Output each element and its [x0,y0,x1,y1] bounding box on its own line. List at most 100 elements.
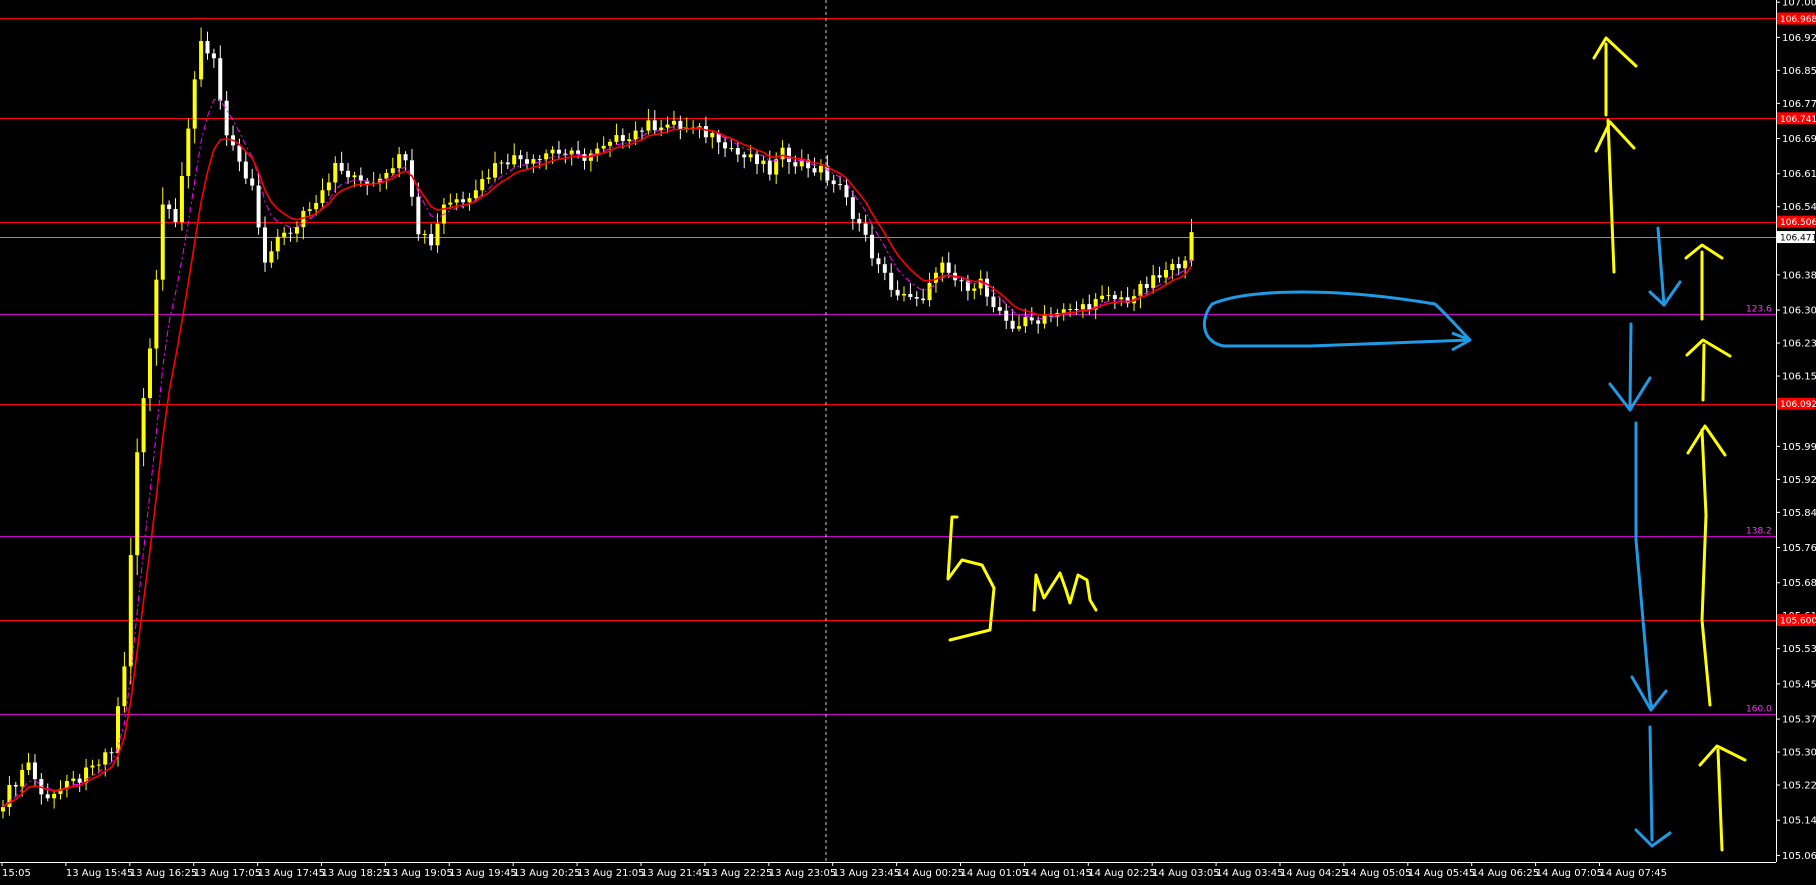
candle-body [678,120,683,130]
price-tick-label: 105.845 [1782,508,1816,519]
candle-body [96,764,101,766]
candle-body [1004,310,1009,321]
candle-body [1163,270,1168,278]
candle-body [1144,284,1149,288]
candle-body [205,41,210,54]
candle-body [186,128,191,176]
candle-body [1151,275,1156,288]
candle-body [850,197,855,219]
candle-body [812,168,817,173]
time-tick-label: 14 Aug 01:45 [1024,868,1091,879]
candle-body [13,784,18,787]
fib-level-label: 160.0 [1746,705,1772,715]
candle-body [26,762,31,770]
candle-body [282,232,287,237]
price-tick-label: 105.765 [1782,543,1816,554]
candle-body [416,196,421,235]
candle-body [250,178,255,186]
candle-body [946,262,951,273]
candle-body [480,179,485,191]
candle-body [1010,320,1015,329]
candle-body [173,208,178,223]
candle-body [52,793,57,799]
candle-body [1189,232,1194,261]
candle-body [1017,326,1022,329]
candle-body [179,175,184,223]
candle-body [467,198,472,203]
price-tick-label: 106.925 [1782,33,1816,44]
candle-body [294,227,299,234]
price-tick-label: 106.850 [1782,66,1816,77]
candle-body [940,262,945,273]
candle-body [703,126,708,138]
time-tick-label: 14 Aug 04:25 [1280,868,1347,879]
time-tick-label: 13 Aug 16:25 [130,868,197,879]
candle-body [640,130,644,132]
candle-body [927,282,932,301]
candle-body [633,130,638,140]
price-tick-label: 106.695 [1782,134,1816,145]
candle-body [544,153,549,160]
candle-body [493,163,498,178]
candle-body [748,154,753,158]
candle-body [991,296,996,308]
candle-body [659,127,664,131]
candle-body [518,155,523,160]
candle-body [729,148,734,150]
candle-body [1157,275,1162,278]
candle-body [620,135,625,142]
candle-body [1100,295,1105,300]
candle-body [723,142,728,149]
candle-body [608,141,613,146]
candle-body [307,209,312,211]
candle-body [237,145,242,162]
time-tick-label: 14 Aug 05:45 [1408,868,1475,879]
price-chart[interactable]: 123.6 138.2 160.0 107.005 106.925 106.850 106… [0,0,1816,885]
candle-body [1119,297,1124,300]
time-tick-label: 13 Aug 19:45 [449,868,516,879]
candle-body [243,161,248,179]
time-tick-label: 13 Aug 20:25 [513,868,580,879]
price-tick-label: 105.145 [1782,816,1816,827]
candle-body [77,778,82,783]
time-tick-label: 13 Aug 15:45 [66,868,133,879]
candle-body [403,154,408,161]
time-tick-label: 13 Aug 23:45 [833,868,900,879]
fib-level-label: 138.2 [1746,527,1772,537]
time-tick-label: 15:05 [2,868,31,879]
candle-body [959,280,964,282]
candle-body [761,160,766,165]
candle-body [921,298,926,301]
candle-body [429,234,434,246]
candle-body [755,154,760,165]
candle-body [192,79,197,129]
candle-body [346,170,351,178]
candle-body [320,190,325,203]
candle-body [556,149,561,154]
candle-body [167,204,172,209]
candle-body [90,765,95,768]
time-tick-label: 14 Aug 01:05 [961,868,1028,879]
level-price-tag-text: 106.968 [1780,15,1816,25]
candle-body [461,199,466,203]
candle-body [710,133,715,138]
candle-body [397,154,402,169]
price-tick-label: 106.775 [1782,99,1816,110]
price-tick-label: 105.535 [1782,644,1816,655]
candle-body [1074,309,1079,311]
candle-body [1036,320,1041,324]
candle-body [211,53,216,59]
price-tick-label: 105.455 [1782,679,1816,690]
candle-body [135,452,140,556]
candle-body [1,807,5,812]
level-price-tag-text: 106.506 [1780,218,1816,228]
candle-body [288,232,293,234]
candle-body [103,752,108,765]
candle-body [422,234,427,236]
candle-body [997,307,1002,311]
candle-body [71,778,76,782]
price-tick-label: 106.615 [1782,169,1816,180]
candle-body [531,159,536,164]
candle-body [352,175,357,178]
fib-level-label: 123.6 [1746,305,1772,315]
